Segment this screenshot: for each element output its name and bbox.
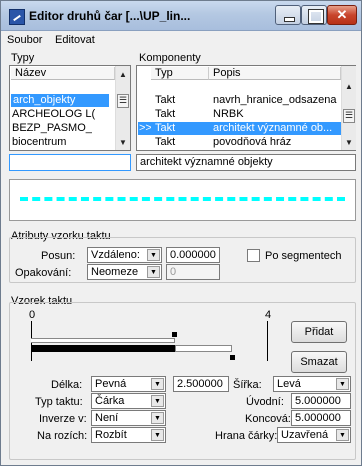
add-button[interactable]: Přidat [291,321,347,343]
pattern-upper-bar [31,338,175,343]
length-value-input[interactable]: 2.500000 [173,376,229,392]
start-label: Úvodní: [246,396,284,408]
dash-type-select[interactable]: Čárka ▼ [91,393,166,409]
repeat-value-input: 0 [166,264,220,280]
pattern-lower-handle[interactable] [230,355,235,360]
end-label: Koncová: [245,413,291,425]
chevron-down-icon[interactable]: ▼ [336,429,349,441]
line-style-editor-window: Editor druhů čar [...\UP_lin... ✕ Soubor… [0,0,362,466]
inverse-label: Inverze v: [39,413,87,425]
edge-select[interactable]: Uzavřená ▼ [277,427,351,443]
end-value-input[interactable]: 5.000000 [291,410,351,426]
pattern-gap-bar[interactable] [175,345,232,352]
ruler-start-label: 0 [29,309,36,321]
component-type-1[interactable]: Takt [151,108,209,121]
types-item-3[interactable]: biocentrum [10,136,112,149]
current-row-marker: >> [139,122,151,134]
component-desc-3[interactable]: povodňová hráz [209,136,341,149]
component-type-3[interactable]: Takt [151,136,209,149]
start-value-input[interactable]: 5.000000 [291,393,351,409]
inverse-select[interactable]: Není ▼ [91,410,166,426]
minimize-button[interactable] [275,5,301,25]
menu-file[interactable]: Soubor [7,34,42,46]
component-type-2[interactable]: Takt [151,122,209,135]
title-bar[interactable]: Editor druhů čar [...\UP_lin... ✕ [1,1,361,31]
scroll-up-icon[interactable]: ▲ [342,80,356,93]
components-scrollbar[interactable]: ▲ ☰ ▼ [341,66,356,150]
chevron-down-icon[interactable]: ▼ [147,249,160,261]
offset-label: Posun: [41,250,76,262]
types-list[interactable]: Název arch_objekty ARCHEOLOG L( BEZP_PAS… [9,65,131,151]
component-desc-0[interactable]: navrh_hranice_odsazena [209,94,341,107]
component-desc-1[interactable]: NRBK [209,108,341,121]
pattern-upper-handle[interactable] [172,332,177,337]
components-desc-header[interactable]: Popis [209,67,341,80]
length-mode-select[interactable]: Pevná ▼ [91,376,166,392]
width-label: Šířka: [233,379,262,391]
scroll-thumb[interactable]: ☰ [117,94,129,108]
type-name-input[interactable]: arch_objekty [9,154,131,171]
menu-edit[interactable]: Editovat [55,34,95,46]
component-desc-2[interactable]: architekt významné ob... [209,122,341,135]
repeat-mode-select[interactable]: Neomeze ▼ [87,264,162,280]
ruler-end-mark [267,321,268,361]
close-icon: ✕ [336,7,348,22]
chevron-down-icon[interactable]: ▼ [147,266,160,278]
width-mode-select[interactable]: Levá ▼ [273,376,351,392]
types-item-0[interactable]: arch_objekty [11,94,109,107]
line-preview [9,179,356,221]
ruler-end-label: 4 [265,309,272,321]
chevron-down-icon[interactable]: ▼ [151,395,164,407]
repeat-label: Opakování: [15,267,72,279]
delete-button[interactable]: Smazat [291,351,347,373]
components-group-label: Komponenty [139,52,201,64]
chevron-down-icon[interactable]: ▼ [151,429,164,441]
components-type-header[interactable]: Typ [151,67,209,80]
chevron-down-icon[interactable]: ▼ [151,412,164,424]
types-group-label: Typy [11,52,35,64]
chevron-down-icon[interactable]: ▼ [336,378,349,390]
components-list[interactable]: Typ Popis Takt navrh_hranice_odsazena Ta… [136,65,356,151]
types-name-header[interactable]: Název [11,67,115,80]
scroll-up-icon[interactable]: ▲ [116,68,130,81]
component-desc-input[interactable]: architekt významné objekty [136,154,356,171]
length-label: Délka: [51,379,83,391]
pattern-dash-bar[interactable] [31,345,175,352]
component-type-0[interactable]: Takt [151,94,209,107]
offset-mode-select[interactable]: Vzdáleno: ▼ [87,247,162,263]
menu-bar: Soubor Editovat [1,31,361,51]
scroll-down-icon[interactable]: ▼ [342,136,356,149]
types-item-1[interactable]: ARCHEOLOG L( [10,108,112,121]
corners-label: Na rozích: [37,430,88,442]
maximize-button[interactable] [301,5,327,25]
edge-label: Hrana čárky: [215,430,278,442]
types-scrollbar[interactable]: ▲ ☰ ▼ [115,66,130,150]
corners-select[interactable]: Rozbít ▼ [91,427,166,443]
types-item-2[interactable]: BEZP_PASMO_ [10,122,112,135]
app-icon [9,9,25,25]
per-segment-checkbox[interactable] [247,249,260,262]
scroll-thumb[interactable]: ☰ [343,109,355,123]
dash-type-label: Typ taktu: [35,396,83,408]
chevron-down-icon[interactable]: ▼ [151,378,164,390]
offset-value-input[interactable]: 0.000000 [166,247,220,263]
scroll-down-icon[interactable]: ▼ [116,136,130,149]
per-segment-label: Po segmentech [265,250,342,262]
close-button[interactable]: ✕ [327,5,357,25]
preview-line [20,197,345,201]
window-title: Editor druhů čar [...\UP_lin... [29,9,191,23]
